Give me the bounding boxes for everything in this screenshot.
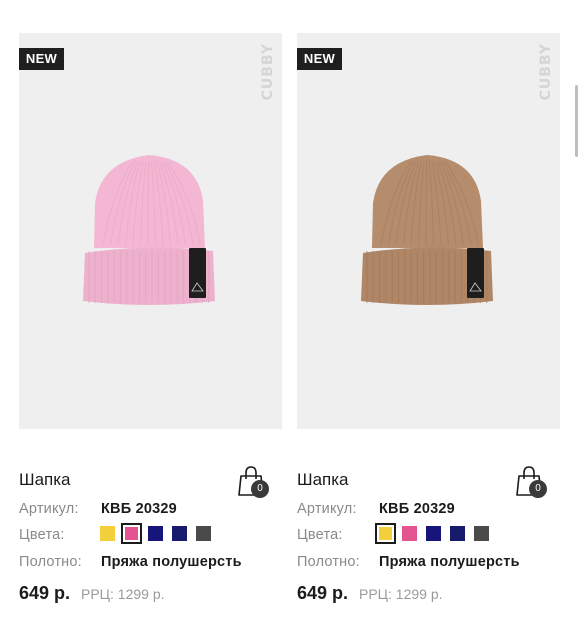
color-swatch[interactable] bbox=[474, 526, 489, 541]
article-label: Артикул: bbox=[297, 501, 357, 517]
colors-label: Цвета: bbox=[297, 527, 343, 543]
product-card[interactable]: NEW CUBBY Шапка 0 Артикул: КВБ 20329 Цве… bbox=[19, 33, 282, 633]
add-to-cart-button[interactable]: 0 bbox=[237, 465, 273, 501]
product-title[interactable]: Шапка bbox=[297, 470, 349, 490]
cart-count-badge: 0 bbox=[529, 480, 547, 498]
hat-patch bbox=[467, 248, 484, 298]
product-photo[interactable]: NEW CUBBY bbox=[297, 33, 560, 429]
cart-count-badge: 0 bbox=[251, 480, 269, 498]
hat-image bbox=[83, 155, 215, 305]
color-swatch[interactable] bbox=[121, 523, 142, 544]
color-swatch[interactable] bbox=[172, 526, 187, 541]
page-scrollbar[interactable] bbox=[575, 85, 578, 157]
price: 649 р. bbox=[297, 583, 349, 603]
new-badge: NEW bbox=[297, 48, 342, 70]
color-swatch[interactable] bbox=[426, 526, 441, 541]
add-to-cart-button[interactable]: 0 bbox=[515, 465, 551, 501]
hat-patch bbox=[189, 248, 206, 298]
article-value: КВБ 20329 bbox=[379, 501, 455, 517]
cloth-value: Пряжа полушерсть bbox=[379, 554, 520, 570]
cloth-value: Пряжа полушерсть bbox=[101, 554, 242, 570]
brand-watermark: CUBBY bbox=[538, 43, 554, 101]
product-card[interactable]: NEW CUBBY Шапка 0 Артикул: КВБ 20329 Цве… bbox=[297, 33, 560, 633]
color-swatch[interactable] bbox=[375, 523, 396, 544]
cloth-label: Полотно: bbox=[19, 554, 82, 570]
color-swatch[interactable] bbox=[402, 526, 417, 541]
brand-watermark: CUBBY bbox=[260, 43, 276, 101]
color-swatch[interactable] bbox=[100, 526, 115, 541]
article-value: КВБ 20329 bbox=[101, 501, 177, 517]
color-swatch[interactable] bbox=[148, 526, 163, 541]
product-title[interactable]: Шапка bbox=[19, 470, 71, 490]
price: 649 р. bbox=[19, 583, 71, 603]
new-badge: NEW bbox=[19, 48, 64, 70]
color-swatch[interactable] bbox=[196, 526, 211, 541]
cloth-label: Полотно: bbox=[297, 554, 360, 570]
hat-image bbox=[361, 155, 493, 305]
colors-label: Цвета: bbox=[19, 527, 65, 543]
article-label: Артикул: bbox=[19, 501, 79, 517]
recommended-price: РРЦ: 1299 р. bbox=[359, 586, 443, 602]
recommended-price: РРЦ: 1299 р. bbox=[81, 586, 165, 602]
product-photo[interactable]: NEW CUBBY bbox=[19, 33, 282, 429]
color-swatch[interactable] bbox=[450, 526, 465, 541]
